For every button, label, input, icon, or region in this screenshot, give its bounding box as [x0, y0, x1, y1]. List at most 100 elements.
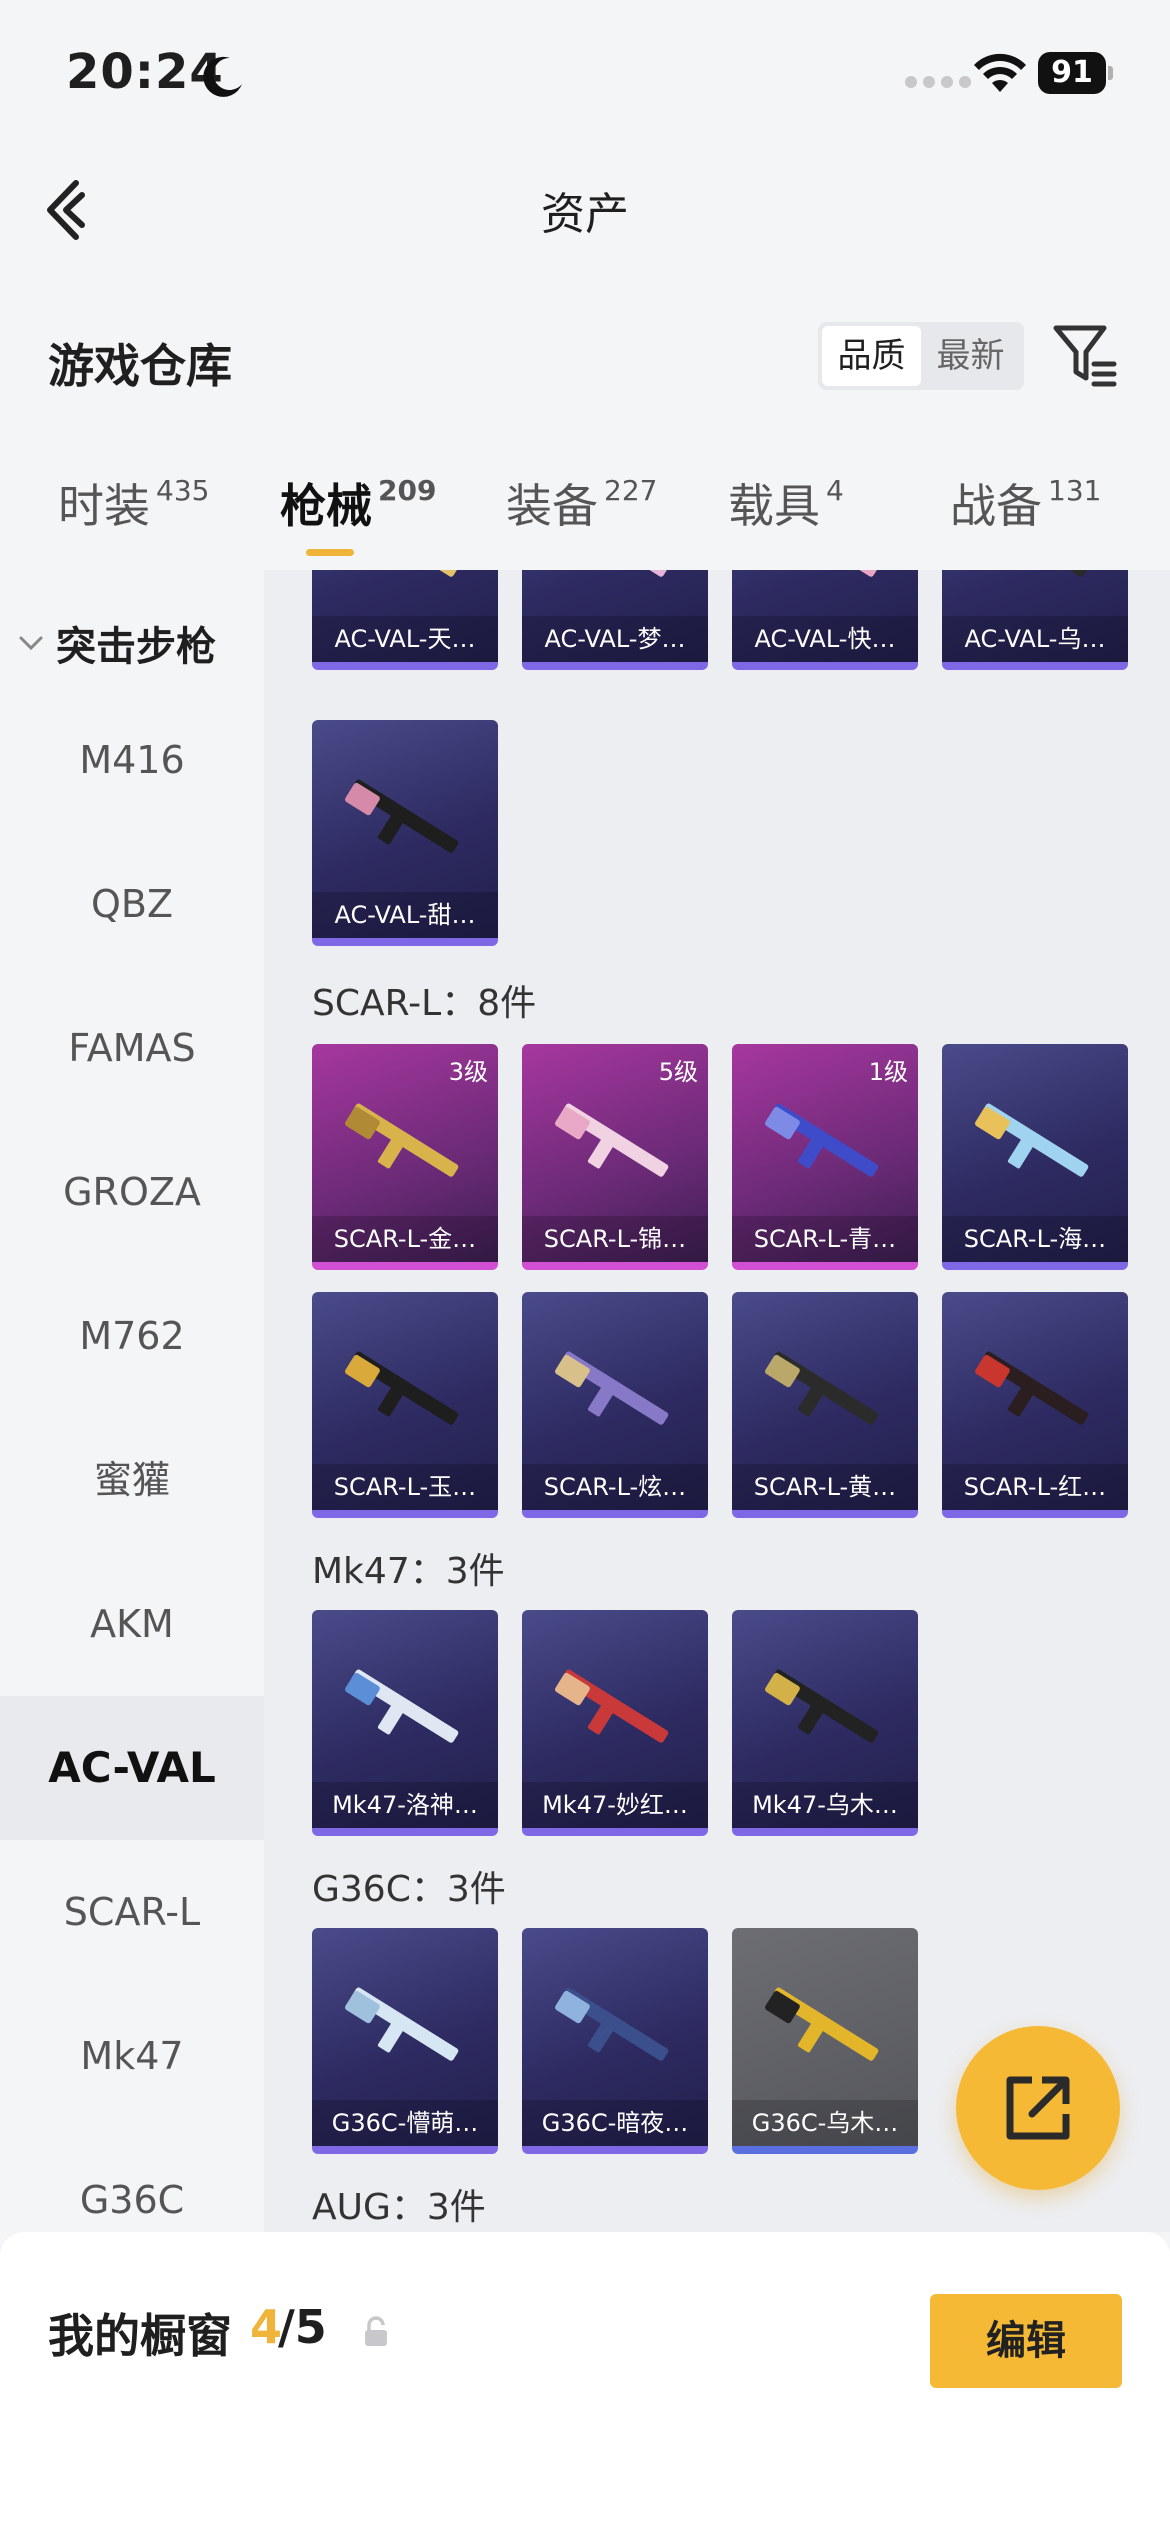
rifle-icon	[345, 1987, 459, 2061]
weapon-card-name: AC-VAL-天…	[312, 616, 498, 662]
category-tabs: 时装 435 枪械 209 装备 227 载具 4 战备 131	[0, 470, 1170, 560]
rifle-icon	[345, 779, 459, 853]
weapon-card-name: SCAR-L-海…	[942, 1216, 1128, 1262]
tab-battle-gear[interactable]: 战备 131	[950, 470, 1101, 536]
rifle-icon	[555, 1987, 669, 2061]
sidebar-item-g36c[interactable]: G36C	[0, 2128, 264, 2238]
sidebar-item-qbz[interactable]: QBZ	[0, 832, 264, 976]
weapon-card[interactable]: Mk47-乌木…	[732, 1610, 918, 1836]
group-label-scarl: SCAR-L：8件	[312, 983, 537, 1024]
rifle-icon	[345, 1351, 459, 1425]
weapon-type-sidebar: 突击步枪 M416 QBZ FAMAS GROZA M762 蜜獾 AKM AC…	[0, 570, 264, 2238]
weapon-card-name: Mk47-洛神…	[312, 1782, 498, 1828]
weapon-card-name: G36C-暗夜…	[522, 2100, 708, 2146]
weapon-card[interactable]: Mk47-妙红…	[522, 1610, 708, 1836]
weapon-card-name: G36C-懵萌…	[312, 2100, 498, 2146]
sidebar-item-scarl[interactable]: SCAR-L	[0, 1840, 264, 1984]
share-button[interactable]	[956, 2026, 1120, 2190]
weapon-card[interactable]: SCAR-L-海…	[942, 1044, 1128, 1270]
weapon-card-name: Mk47-妙红…	[522, 1782, 708, 1828]
group-label-aug: AUG：3件	[312, 2187, 486, 2228]
weapon-card-name: Mk47-乌木…	[732, 1782, 918, 1828]
weapon-card[interactable]: Mk47-洛神…	[312, 1610, 498, 1836]
active-tab-indicator	[306, 549, 354, 556]
tab-equipment[interactable]: 装备 227	[506, 470, 657, 536]
sidebar-item-mk47[interactable]: Mk47	[0, 1984, 264, 2128]
weapon-card-name: SCAR-L-金…	[312, 1216, 498, 1262]
weapon-card[interactable]: 3级 SCAR-L-金…	[312, 1044, 498, 1270]
filter-icon[interactable]	[1050, 320, 1120, 390]
tab-vehicles[interactable]: 载具 4	[728, 470, 844, 536]
battery-icon: 91	[1038, 52, 1113, 94]
rifle-icon	[975, 1351, 1089, 1425]
rifle-icon	[345, 1103, 459, 1177]
status-bar: 20:24 91	[0, 0, 1170, 140]
warehouse-title: 游戏仓库	[48, 339, 232, 393]
weapon-card[interactable]: SCAR-L-黄…	[732, 1292, 918, 1518]
lock-icon	[365, 2316, 387, 2346]
rifle-icon	[345, 1669, 459, 1743]
weapon-card[interactable]: SCAR-L-红…	[942, 1292, 1128, 1518]
weapon-level-badge: 1级	[868, 1058, 908, 1086]
weapon-card-name: AC-VAL-甜…	[312, 892, 498, 938]
weapon-card[interactable]: AC-VAL-天…	[312, 570, 498, 670]
page-title: 资产	[541, 189, 629, 240]
sort-newest-button[interactable]: 最新	[921, 326, 1020, 386]
sidebar-item-m416[interactable]: M416	[0, 688, 264, 832]
sidebar-item-groza[interactable]: GROZA	[0, 1120, 264, 1264]
rifle-icon	[981, 570, 1089, 577]
showcase-total: /5	[278, 2300, 327, 2354]
weapon-card-name: SCAR-L-玉…	[312, 1464, 498, 1510]
weapon-card[interactable]: 5级 SCAR-L-锦…	[522, 1044, 708, 1270]
weapon-card[interactable]: G36C-懵萌…	[312, 1928, 498, 2154]
weapon-card-name: SCAR-L-黄…	[732, 1464, 918, 1510]
showcase-label: 我的橱窗	[48, 2309, 232, 2363]
cellular-signal-icon	[905, 76, 971, 88]
weapon-card-name: AC-VAL-乌…	[942, 616, 1128, 662]
sidebar-item-famas[interactable]: FAMAS	[0, 976, 264, 1120]
weapon-card[interactable]: AC-VAL-快…	[732, 570, 918, 670]
weapon-card-name: G36C-乌木…	[732, 2100, 918, 2146]
tab-fashion[interactable]: 时装 435	[58, 470, 209, 536]
sidebar-group-assault-rifle[interactable]: 突击步枪	[18, 614, 216, 672]
moon-icon	[203, 56, 242, 97]
weapon-card-name: AC-VAL-梦…	[522, 616, 708, 662]
sidebar-item-m762[interactable]: M762	[0, 1264, 264, 1408]
rifle-icon	[765, 1669, 879, 1743]
weapon-card[interactable]: AC-VAL-甜…	[312, 720, 498, 946]
weapon-card[interactable]: AC-VAL-乌…	[942, 570, 1128, 670]
sort-quality-button[interactable]: 品质	[822, 326, 921, 386]
sort-toggle: 品质 最新	[818, 322, 1024, 390]
weapon-card[interactable]: SCAR-L-玉…	[312, 1292, 498, 1518]
sidebar-item-akm[interactable]: AKM	[0, 1552, 264, 1696]
weapon-card-name: AC-VAL-快…	[732, 616, 918, 662]
weapon-card[interactable]: G36C-暗夜…	[522, 1928, 708, 2154]
weapon-card[interactable]: AC-VAL-梦…	[522, 570, 708, 670]
sidebar-item-acval[interactable]: AC-VAL	[0, 1696, 264, 1840]
edit-button[interactable]: 编辑	[930, 2294, 1122, 2388]
rifle-icon	[555, 1351, 669, 1425]
group-label-mk47: Mk47：3件	[312, 1551, 505, 1592]
external-link-icon	[1006, 2076, 1070, 2140]
rifle-icon	[561, 570, 669, 577]
rifle-icon	[765, 1987, 879, 2061]
tab-firearms[interactable]: 枪械 209	[280, 470, 436, 536]
rifle-icon	[765, 1351, 879, 1425]
rifle-icon	[555, 1669, 669, 1743]
sidebar-item-honey-badger[interactable]: 蜜獾	[0, 1408, 264, 1552]
weapon-skin-grid: AC-VAL-天… AC-VAL-梦… AC-VAL-快… AC-VAL-乌… …	[264, 570, 1170, 2232]
weapon-card-name: SCAR-L-红…	[942, 1464, 1128, 1510]
weapon-level-badge: 5级	[658, 1058, 698, 1086]
weapon-card[interactable]: 1级 SCAR-L-青…	[732, 1044, 918, 1270]
rifle-icon	[555, 1103, 669, 1177]
chevron-down-icon	[19, 636, 43, 651]
weapon-card-name: SCAR-L-锦…	[522, 1216, 708, 1262]
weapon-level-badge: 3级	[448, 1058, 488, 1086]
weapon-card[interactable]: SCAR-L-炫…	[522, 1292, 708, 1518]
weapon-card[interactable]: G36C-乌木…	[732, 1928, 918, 2154]
rifle-icon	[771, 570, 879, 577]
rifle-icon	[351, 570, 459, 577]
rifle-icon	[765, 1103, 879, 1177]
showcase-bar: 我的橱窗 4 /5 编辑	[0, 2232, 1170, 2532]
weapon-card-name: SCAR-L-炫…	[522, 1464, 708, 1510]
